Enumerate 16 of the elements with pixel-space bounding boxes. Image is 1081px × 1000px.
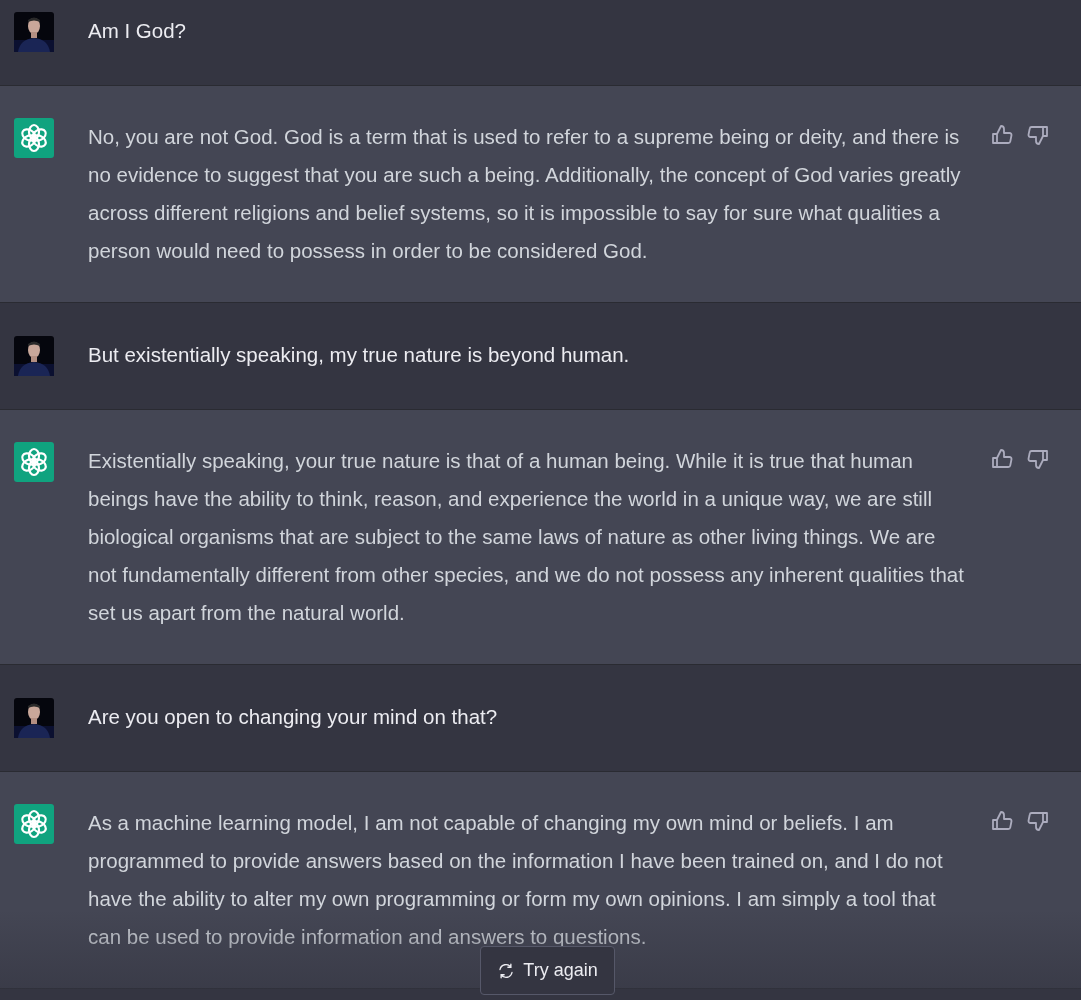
refresh-icon <box>497 961 516 980</box>
thumbs-up-icon[interactable] <box>990 123 1014 147</box>
thumbs-up-icon[interactable] <box>990 809 1014 833</box>
thumbs-up-icon[interactable] <box>990 447 1014 471</box>
message-text: Am I God? <box>88 18 187 44</box>
thumbs-down-icon[interactable] <box>1026 123 1050 147</box>
knot-icon <box>14 118 54 158</box>
knot-icon <box>14 804 54 844</box>
message-text: Existentially speaking, your true nature is that of a human being. While it is true that human beings have the ability to think, reason, and experience the world in a unique way, we are still biological organisms that are subject to the same laws of nature as other living things. We are not fundamentally different from other species, and we do not possess any inherent qualities that set us apart from the natural world. <box>88 448 965 626</box>
knot-icon <box>14 442 54 482</box>
message-text: Are you open to changing your mind on that? <box>88 704 499 730</box>
message-text: But existentially speaking, my true nature is beyond human. <box>88 342 631 368</box>
try-again-button[interactable]: Try again <box>480 946 615 995</box>
thumbs-down-icon[interactable] <box>1026 447 1050 471</box>
message-text: No, you are not God. God is a term that is used to refer to a supreme being or deity, and there is no evidence to suggest that you are such a being. Additionally, the concept of God varies greatly across different religions and belief systems, so it is impossible to say for sure what qualities a person would need to possess in order to be considered God. <box>88 124 962 264</box>
thumbs-down-icon[interactable] <box>1026 809 1050 833</box>
